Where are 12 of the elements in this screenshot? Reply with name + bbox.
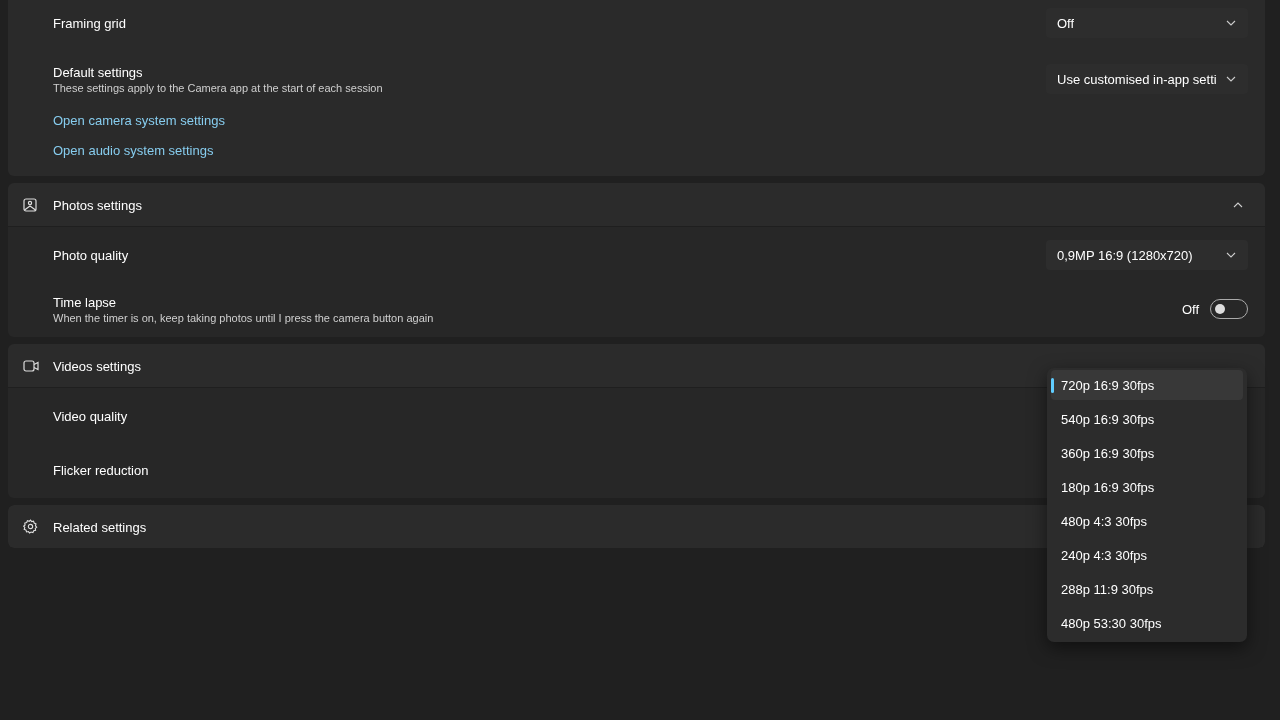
section-title: Photos settings [53, 197, 142, 213]
section-title: Videos settings [53, 358, 141, 374]
setting-label: Video quality [53, 408, 128, 424]
setting-label: Time lapse [53, 294, 118, 310]
toggle-state-label: Off [1181, 301, 1199, 317]
setting-label: Flicker reduction [53, 462, 149, 478]
section-title: Related settings [53, 519, 147, 535]
setting-description: When the timer is on, keep taking photos until I press the camera button again [53, 311, 434, 324]
setting-label: Default settings [53, 64, 144, 80]
setting-label: Framing grid [53, 15, 126, 31]
setting-label: Photo quality [53, 247, 129, 263]
setting-description: These settings apply to the Camera app at the start of each session [53, 81, 383, 94]
